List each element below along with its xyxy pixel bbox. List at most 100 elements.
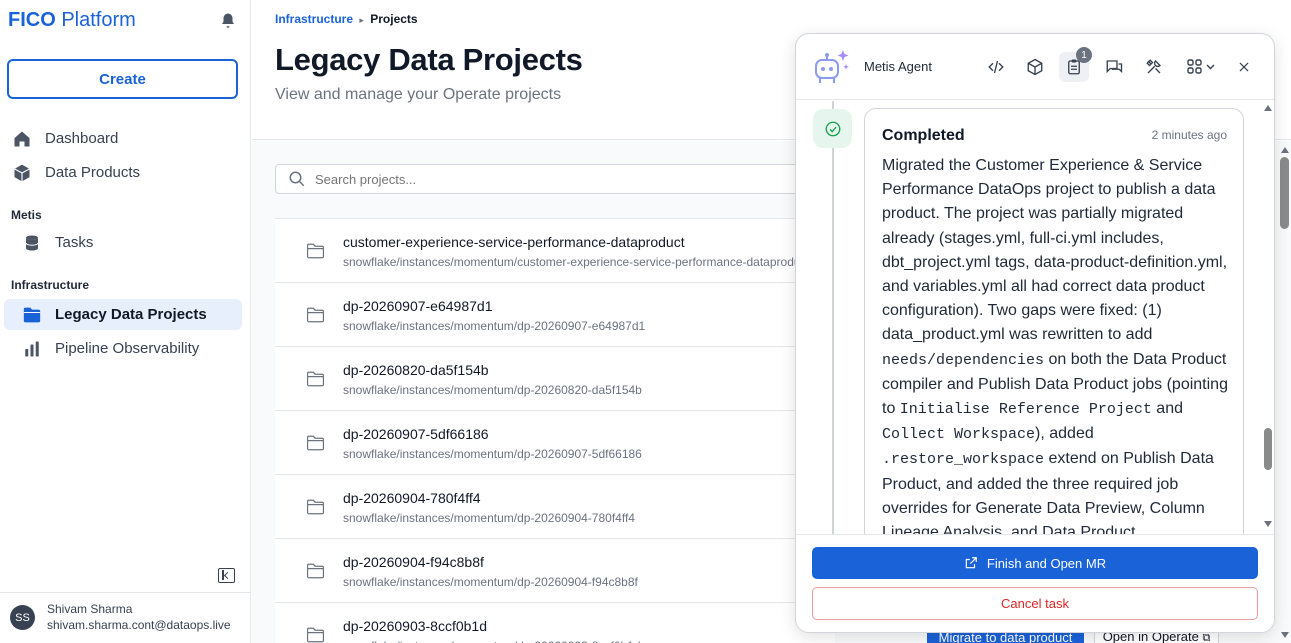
project-name: dp-20260907-5df66186 — [343, 426, 489, 442]
database-icon — [21, 232, 43, 254]
search-icon — [288, 170, 306, 188]
cancel-task-button[interactable]: Cancel task — [812, 587, 1258, 620]
scroll-up-icon[interactable] — [1281, 147, 1289, 153]
search-input[interactable] — [315, 171, 795, 187]
project-path: snowflake/instances/momentum/dp-20260907… — [343, 447, 642, 461]
section-title-metis: Metis — [11, 208, 42, 222]
cube-icon — [11, 162, 33, 184]
project-row[interactable]: dp-20260907-e64987d1 snowflake/instances/… — [275, 282, 835, 346]
message-text: Migrated the Customer Experience & Servi… — [882, 157, 1228, 344]
collapse-sidebar-icon[interactable] — [218, 568, 235, 583]
sidebar-item-tasks[interactable]: Tasks — [4, 227, 242, 258]
task-timestamp: 2 minutes ago — [1151, 128, 1227, 142]
project-row[interactable]: dp-20260907-5df66186 snowflake/instances/… — [275, 410, 835, 474]
agent-conversation: Completed 2 minutes ago Migrated the Cus… — [796, 101, 1274, 534]
user-profile[interactable]: SS Shivam Sharma shivam.sharma.cont@data… — [0, 592, 251, 643]
project-name: dp-20260904-f94c8b8f — [343, 554, 484, 570]
sidebar-item-label: Legacy Data Projects — [55, 306, 207, 323]
project-row[interactable]: dp-20260904-780f4ff4 snowflake/instances/… — [275, 474, 835, 538]
home-icon — [11, 128, 33, 150]
inline-code: Collect Workspace — [882, 426, 1036, 444]
sidebar-item-pipeline-observability[interactable]: Pipeline Observability — [4, 333, 242, 364]
scroll-thumb[interactable] — [1280, 157, 1289, 229]
close-icon[interactable] — [1229, 52, 1259, 82]
project-path: snowflake/instances/momentum/dp-20260907… — [343, 319, 646, 333]
user-name: Shivam Sharma — [47, 602, 133, 616]
clipboard-icon[interactable]: 1 — [1059, 47, 1092, 82]
brand-logo[interactable]: FICO Platform — [8, 9, 136, 32]
avatar: SS — [10, 605, 35, 630]
project-row[interactable]: dp-20260820-da5f154b snowflake/instances/… — [275, 346, 835, 410]
create-button[interactable]: Create — [7, 59, 238, 99]
check-circle-icon — [813, 109, 852, 148]
sidebar-item-label: Tasks — [55, 234, 94, 251]
breadcrumb: Infrastructure ▸ Projects — [275, 12, 418, 26]
project-name: dp-20260907-e64987d1 — [343, 298, 493, 314]
folder-icon — [306, 307, 325, 328]
sidebar-item-legacy-data-projects[interactable]: Legacy Data Projects — [4, 299, 242, 330]
notification-badge: 1 — [1076, 47, 1092, 63]
scroll-thumb[interactable] — [1264, 428, 1272, 470]
project-row[interactable]: dp-20260903-8ccf0b1d snowflake/instances/… — [275, 602, 835, 643]
project-row[interactable]: dp-20260904-f94c8b8f snowflake/instances/… — [275, 538, 835, 602]
breadcrumb-infrastructure[interactable]: Infrastructure — [275, 12, 353, 26]
user-email: shivam.sharma.cont@dataops.live — [47, 618, 231, 632]
inline-code: needs/dependencies — [882, 351, 1045, 369]
page-subtitle: View and manage your Operate projects — [275, 86, 562, 103]
project-name: dp-20260820-da5f154b — [343, 362, 489, 378]
task-status: Completed — [882, 127, 965, 144]
agent-header: Metis Agent 1 — [796, 34, 1274, 100]
bar-chart-icon — [21, 338, 43, 360]
sidebar-item-label: Dashboard — [45, 130, 119, 147]
robot-icon — [810, 48, 852, 88]
bell-icon[interactable] — [219, 12, 237, 30]
folder-icon — [306, 371, 325, 392]
finish-and-open-mr-button[interactable]: Finish and Open MR — [812, 547, 1258, 579]
scroll-up-icon[interactable] — [1264, 105, 1272, 111]
sidebar: FICO Platform Create Dashboard Data Prod… — [0, 0, 251, 643]
task-summary: Migrated the Customer Experience & Servi… — [882, 154, 1232, 534]
breadcrumb-current: Projects — [370, 12, 418, 26]
scroll-down-icon[interactable] — [1264, 521, 1272, 527]
scroll-down-icon[interactable] — [1281, 632, 1289, 638]
layout-grid-icon[interactable] — [1182, 52, 1222, 82]
sidebar-item-label: Data Products — [45, 164, 141, 181]
folder-icon — [21, 304, 43, 326]
finish-label: Finish and Open MR — [986, 555, 1107, 571]
project-row[interactable]: customer-experience-service-performance-… — [275, 218, 835, 282]
project-path: snowflake/instances/momentum/dp-20260904… — [343, 575, 638, 589]
metis-agent-panel: Metis Agent 1 Completed 2 minutes ago Mi… — [795, 33, 1275, 633]
chat-icon[interactable] — [1099, 52, 1129, 82]
tools-icon[interactable] — [1139, 52, 1169, 82]
project-name: dp-20260904-780f4ff4 — [343, 490, 481, 506]
agent-title: Metis Agent — [864, 59, 932, 74]
box-icon[interactable] — [1020, 52, 1050, 82]
task-result-card: Completed 2 minutes ago Migrated the Cus… — [864, 108, 1244, 534]
project-path: snowflake/instances/momentum/dp-20260904… — [343, 511, 635, 525]
inline-code: Initialise Reference Project — [899, 401, 1152, 419]
external-link-icon: ⧉ — [1202, 632, 1211, 643]
inline-code: .restore_workspace — [882, 451, 1045, 469]
sidebar-item-label: Pipeline Observability — [55, 340, 200, 357]
sidebar-item-dashboard[interactable]: Dashboard — [4, 123, 242, 154]
project-path: snowflake/instances/momentum/dp-20260903… — [343, 639, 641, 643]
code-icon[interactable] — [981, 52, 1011, 82]
folder-icon — [306, 499, 325, 520]
folder-icon — [306, 627, 325, 643]
message-text: and — [1151, 400, 1183, 418]
folder-icon — [306, 243, 325, 264]
sidebar-item-data-products[interactable]: Data Products — [4, 157, 242, 188]
section-title-infrastructure: Infrastructure — [11, 278, 90, 292]
external-link-icon — [964, 556, 978, 570]
folder-icon — [306, 435, 325, 456]
project-path: snowflake/instances/momentum/customer-ex… — [343, 255, 810, 269]
breadcrumb-separator: ▸ — [359, 15, 364, 25]
timeline-line — [832, 101, 834, 534]
agent-footer: Finish and Open MR Cancel task — [796, 534, 1274, 632]
search-box[interactable] — [275, 164, 835, 194]
main-scrollbar[interactable] — [1279, 140, 1291, 643]
project-path: snowflake/instances/momentum/dp-20260820… — [343, 383, 642, 397]
message-text: ), added — [1035, 425, 1094, 443]
project-name: dp-20260903-8ccf0b1d — [343, 618, 488, 634]
agent-scrollbar[interactable] — [1261, 101, 1274, 534]
